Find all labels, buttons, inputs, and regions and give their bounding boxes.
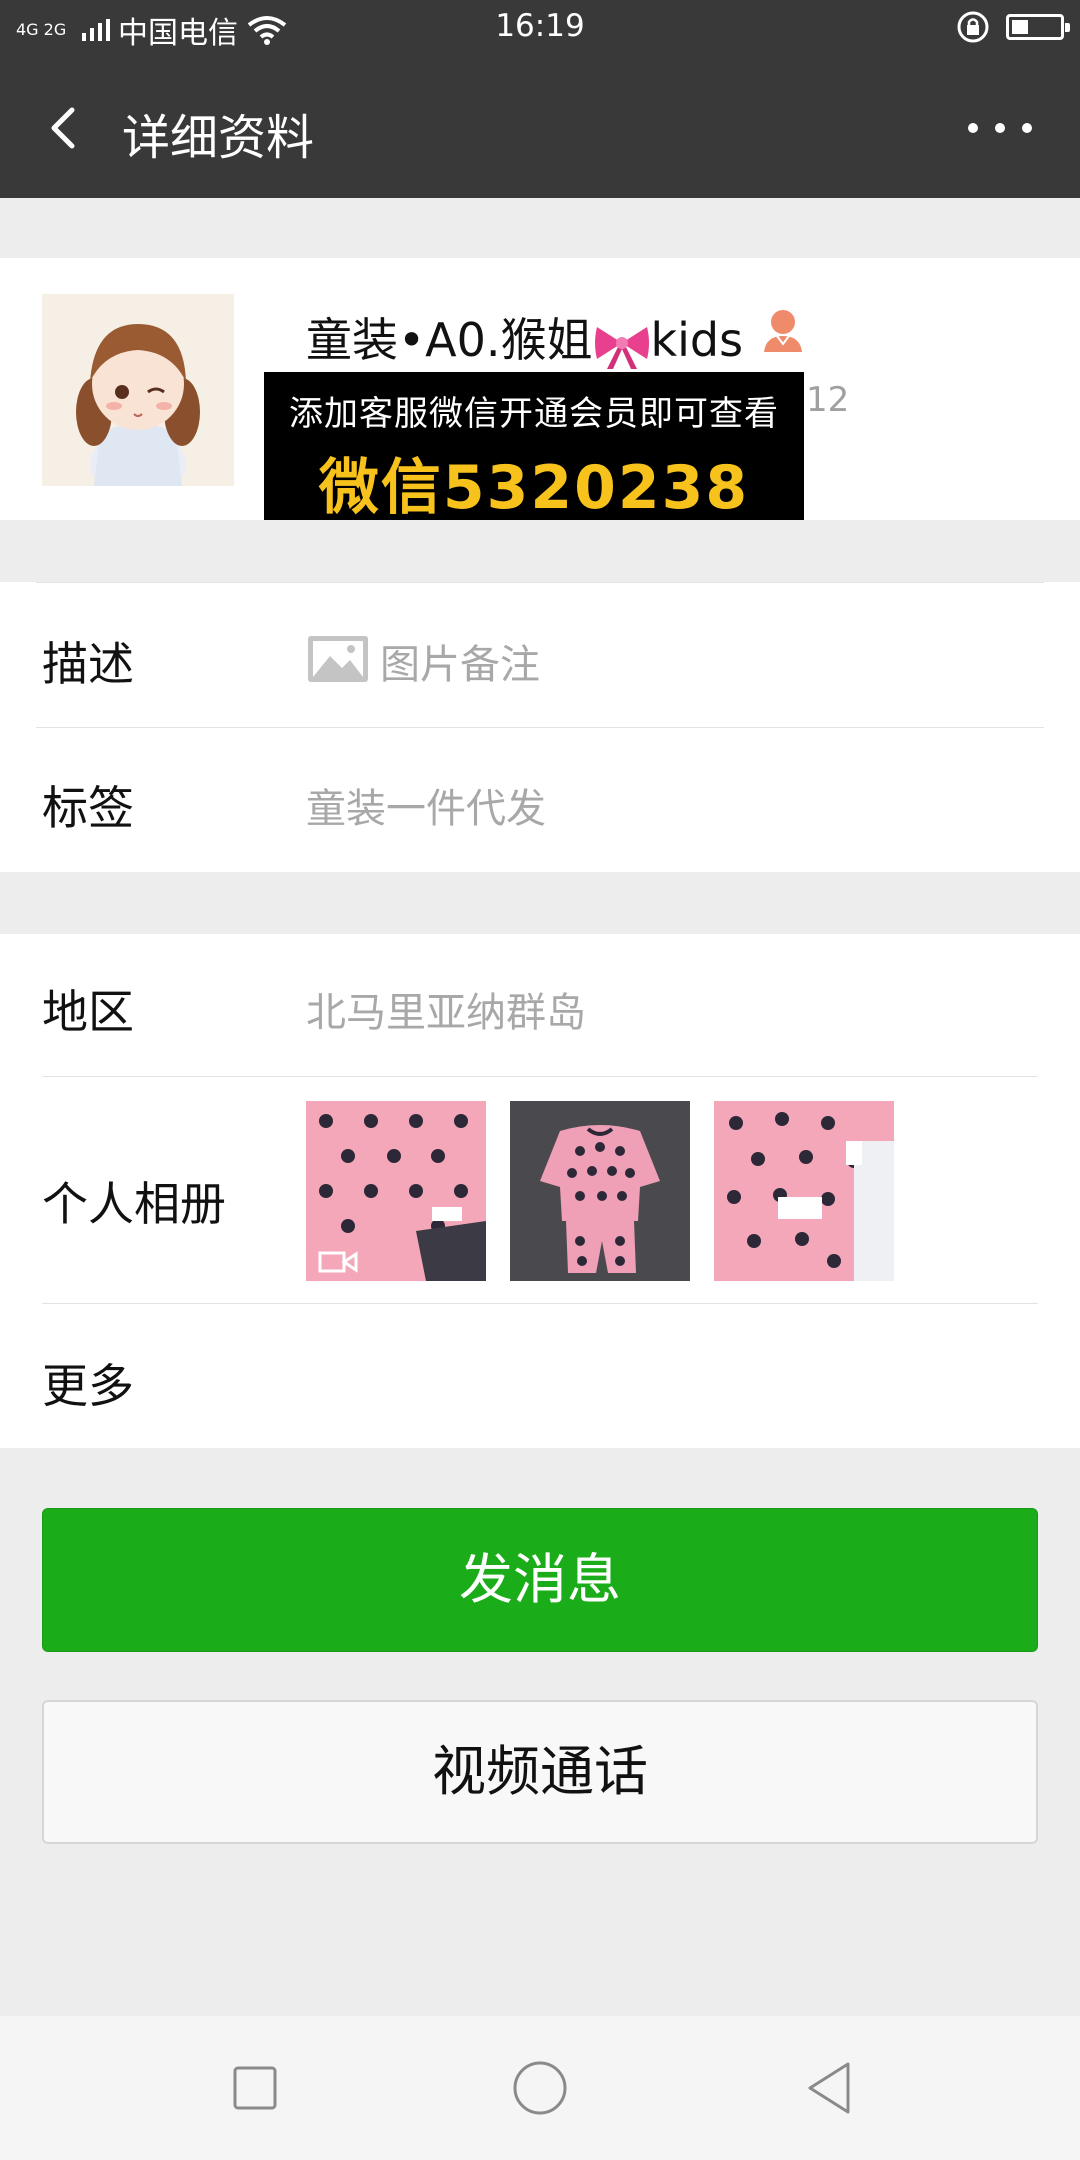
- contact-name-suffix: kids: [650, 313, 744, 367]
- rotation-lock-icon: [957, 11, 989, 43]
- divider: [36, 727, 1044, 728]
- album-photo[interactable]: [714, 1101, 894, 1281]
- divider: [42, 1076, 1038, 1077]
- region-label: 地区: [42, 985, 134, 1039]
- page-title: 详细资料: [122, 110, 315, 166]
- album-photo[interactable]: [306, 1101, 486, 1281]
- battery-icon: [1006, 14, 1070, 40]
- female-contact-icon: [764, 310, 802, 352]
- recent-apps-icon[interactable]: [225, 2058, 285, 2118]
- promo-wechat-id: 微信5320238: [318, 453, 750, 523]
- promo-text: 添加客服微信开通会员即可查看: [289, 394, 779, 434]
- wechat-id-partial: 12: [806, 380, 850, 420]
- video-call-button[interactable]: 视频通话: [42, 1700, 1038, 1844]
- album-label: 个人相册: [42, 1177, 226, 1231]
- nav-bar: 详细资料: [0, 56, 1080, 198]
- back-arrow-icon[interactable]: [36, 96, 100, 160]
- battery-level: [1012, 20, 1028, 34]
- back-icon[interactable]: [800, 2058, 860, 2118]
- more-options-icon[interactable]: [968, 116, 1032, 140]
- status-bar: 4G 2G 中国电信 16:19: [0, 0, 1080, 56]
- image-remark-link[interactable]: 图片备注: [380, 632, 540, 690]
- region-value: 北马里亚纳群岛: [306, 990, 586, 1036]
- contact-name-prefix: 童装•A0.猴姐: [306, 313, 593, 367]
- divider: [36, 582, 1044, 583]
- avatar[interactable]: [42, 294, 234, 486]
- bow-emoji-icon: [594, 326, 649, 369]
- more-row[interactable]: 更多: [42, 1350, 134, 1416]
- description-label: 描述: [42, 637, 134, 691]
- album-photo[interactable]: [510, 1101, 690, 1281]
- status-right: [956, 10, 1070, 44]
- image-icon[interactable]: [306, 634, 370, 684]
- system-navigation-bar: [0, 2016, 1080, 2160]
- divider: [42, 1303, 1038, 1304]
- tags-value[interactable]: 童装一件代发: [306, 776, 546, 834]
- tags-label: 标签: [42, 781, 134, 835]
- send-message-button[interactable]: 发消息: [42, 1508, 1038, 1652]
- home-icon[interactable]: [510, 2058, 570, 2118]
- promo-overlay: 添加客服微信开通会员即可查看 微信5320238: [264, 372, 804, 523]
- clock: 16:19: [495, 8, 585, 44]
- contact-name: 童装•A0.猴姐 kids: [306, 304, 743, 370]
